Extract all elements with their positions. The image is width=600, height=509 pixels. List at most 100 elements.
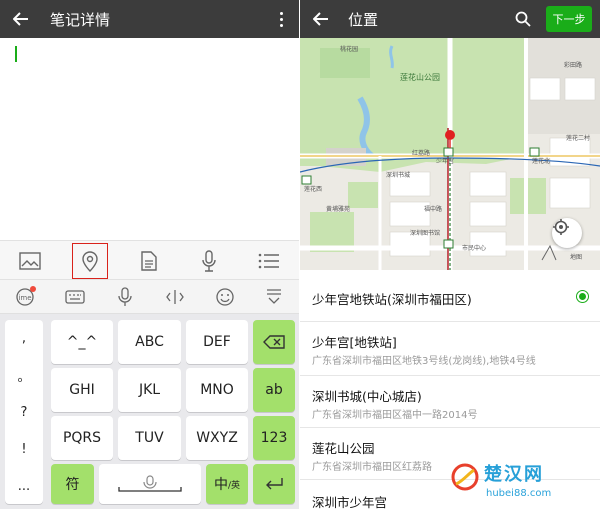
search-button[interactable] [512,8,534,30]
image-icon [19,252,41,270]
keyboard-icon [65,290,85,304]
voice-note-button[interactable] [189,241,229,281]
insert-file-button[interactable] [129,241,169,281]
place-address: 广东省深圳市福田区福中一路2014号 [312,410,478,421]
map-label: 彩田路 [564,62,583,69]
back-button[interactable] [10,8,32,30]
key-1[interactable]: ^_^ [51,320,113,364]
search-icon [515,11,531,27]
crosshair-icon [553,219,569,235]
keyboard-switch-button[interactable] [60,280,90,314]
symbol-key[interactable]: 。 [5,357,43,394]
place-name: 深圳市少年宫 [312,495,388,509]
back-button[interactable] [310,8,332,30]
watermark-text: 楚汉网 [484,464,544,485]
map-label: 福中路 [424,206,443,213]
enter-icon [266,478,283,490]
language-main-label: 中 [213,477,228,493]
next-step-button[interactable]: 下一步 [546,6,592,32]
svg-text:ime: ime [18,294,31,302]
notification-dot [30,286,36,292]
place-name: 深圳书城(中心城店) [312,389,422,404]
key-9[interactable]: WXYZ [186,416,248,460]
key-3[interactable]: DEF [186,320,248,364]
list-icon [258,253,279,269]
watermark-logo-icon [451,463,479,491]
space-mic-icon [118,475,182,492]
watermark: 楚汉网 hubei88.com [446,458,596,506]
map-label: 莲花西 [304,186,323,193]
insert-location-button[interactable] [70,241,110,281]
insert-list-button[interactable] [249,241,289,281]
hide-keyboard-button[interactable] [259,280,289,314]
screenshot: 笔记详情 ime , 。 ? ! ... ^_^ ABC DEF GHI JKL… [0,0,600,509]
enter-key[interactable] [253,464,295,504]
place-address: 广东省深圳市福田区地铁3号线(龙岗线),地铁4号线 [312,356,536,367]
location-picker-panel: 位置 下一步 莲花山公园 少年宫 红荔路 深圳书城 市民中心 莲花二村 莲花北 … [300,0,600,509]
symbol-key[interactable]: ? [5,394,43,431]
map-label: 深圳图书馆 [410,230,441,237]
key-4[interactable]: GHI [51,368,113,412]
map-label: 莲花北 [532,158,551,165]
watermark-url: hubei88.com [486,488,552,499]
symbol-key[interactable]: , [5,320,43,357]
list-item[interactable]: 少年宫[地铁站] 广东省深圳市福田区地铁3号线(龙岗线),地铁4号线 [300,322,600,376]
key-8[interactable]: TUV [118,416,181,460]
note-header: 笔记详情 [0,0,299,38]
emoji-button[interactable] [210,280,240,314]
backspace-icon [263,335,285,349]
location-pin-icon [82,251,98,272]
map-label: 桃花园 [340,46,359,53]
symbol-column[interactable]: , 。 ? ! ... [5,320,43,504]
note-text-area[interactable] [0,38,299,240]
arrow-left-icon [313,12,328,26]
t9-keyboard: , 。 ? ! ... ^_^ ABC DEF GHI JKL MNO ab P… [0,314,299,509]
microphone-icon [202,250,216,272]
symbol-key[interactable]: ! [5,431,43,468]
space-key[interactable] [99,464,201,504]
collapse-keyboard-icon [267,289,281,304]
key-2[interactable]: ABC [118,320,181,364]
attachment-toolbar [0,240,299,280]
more-menu-button[interactable] [271,7,291,31]
map-label: 深圳书城 [386,172,411,179]
symbol-mode-key[interactable]: 符 [51,464,94,504]
cursor-move-icon [166,290,184,304]
number-mode-key[interactable]: 123 [253,416,295,460]
backspace-key[interactable] [253,320,295,364]
map-label: 市民中心 [462,245,487,252]
ime-toolbar: ime [0,280,299,314]
microphone-icon [118,287,132,306]
arrow-left-icon [13,12,28,26]
map-label-station: 少年宫 [436,158,455,165]
place-name: 少年宫[地铁站] [312,335,397,350]
map-label: 红荔路 [412,150,431,157]
map-label: 黄埔雅苑 [326,206,351,213]
selected-radio[interactable] [576,290,589,303]
key-7[interactable]: PQRS [51,416,113,460]
place-name: 莲花山公园 [312,441,375,456]
map-view[interactable]: 莲花山公园 少年宫 红荔路 深圳书城 市民中心 莲花二村 莲花北 桃花园 深圳图… [300,38,600,270]
place-name: 少年宫地铁站(深圳市福田区) [312,292,472,307]
symbol-key[interactable]: ... [5,468,43,505]
smiley-icon [216,288,234,306]
cursor-move-button[interactable] [160,280,190,314]
my-location-button[interactable] [552,218,582,248]
key-5[interactable]: JKL [118,368,181,412]
note-editor-panel: 笔记详情 ime , 。 ? ! ... ^_^ ABC DEF GHI JKL… [0,0,299,509]
ime-logo-button[interactable]: ime [10,280,40,314]
insert-image-button[interactable] [10,241,50,281]
english-mode-key[interactable]: ab [253,368,295,412]
page-title: 位置 [348,10,379,29]
text-cursor [15,46,17,62]
language-sub-label: /英 [227,480,241,491]
key-6[interactable]: MNO [186,368,248,412]
ime-voice-button[interactable] [110,280,140,314]
place-address: 广东省深圳市福田区红荔路 [312,462,432,473]
list-item[interactable]: 深圳书城(中心城店) 广东省深圳市福田区福中一路2014号 [300,376,600,428]
language-switch-key[interactable]: 中/英 [206,464,248,504]
location-header: 位置 下一步 [300,0,600,38]
map-label: 莲花二村 [566,135,591,142]
page-title: 笔记详情 [50,10,111,29]
list-item[interactable]: 少年宫地铁站(深圳市福田区) [300,270,600,322]
